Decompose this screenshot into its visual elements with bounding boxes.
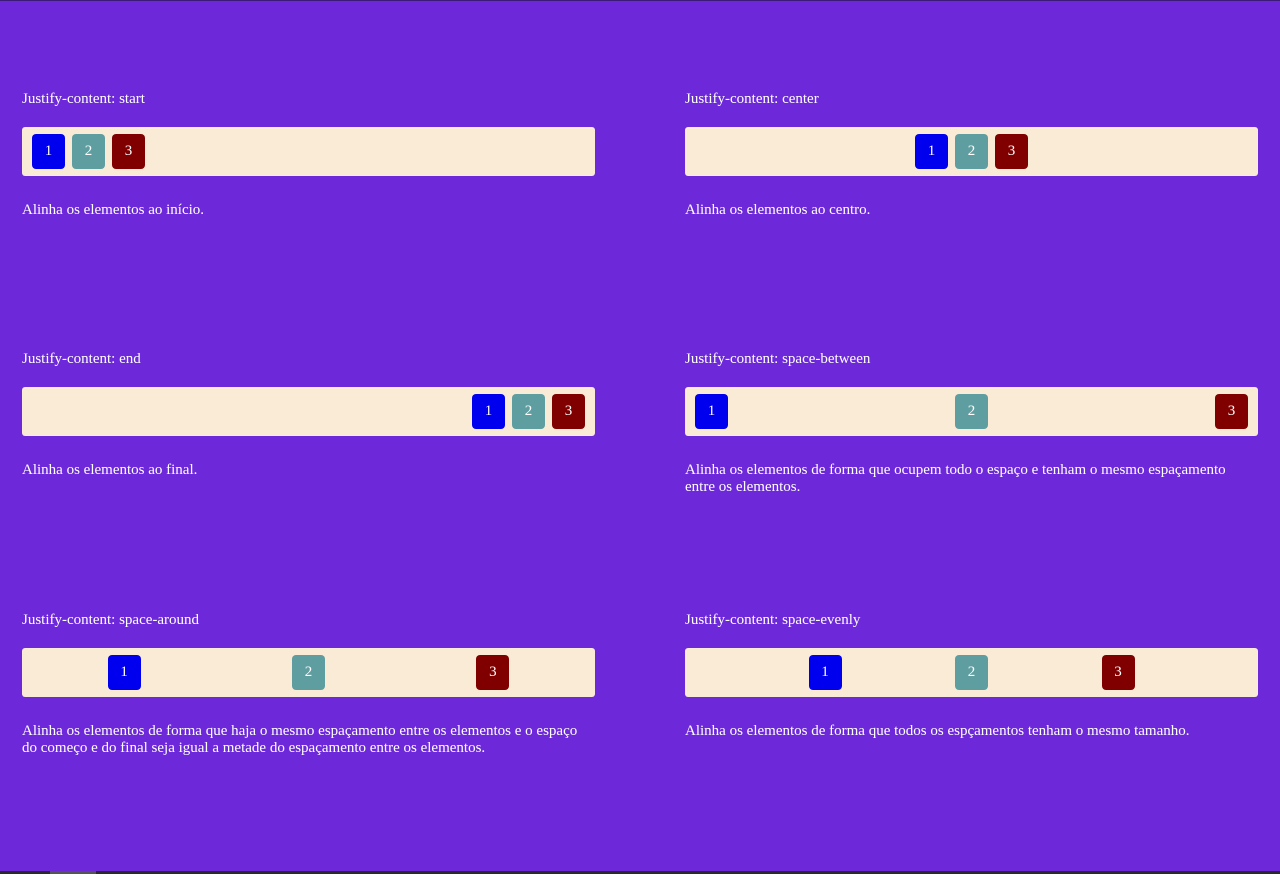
section-description: Alinha os elementos ao centro. — [685, 202, 871, 218]
flex-container-start: 1 2 3 — [22, 127, 595, 176]
flex-item-1: 1 — [472, 394, 505, 429]
flex-item-3: 3 — [112, 134, 145, 169]
flex-item-3: 3 — [476, 655, 510, 690]
flex-item-3: 3 — [1215, 394, 1248, 429]
flex-container-space-around: 1 2 3 — [22, 648, 595, 697]
flex-item-2: 2 — [512, 394, 545, 429]
flex-item-3: 3 — [1101, 655, 1135, 690]
section-justify-space-around: Justify-content: space-around 1 2 3 Alin… — [22, 612, 595, 757]
flex-item-3: 3 — [552, 394, 585, 429]
flex-item-2: 2 — [955, 655, 988, 690]
section-title: Justify-content: start — [22, 91, 145, 107]
flex-item-2: 2 — [72, 134, 105, 169]
section-description: Alinha os elementos de forma que ocupem … — [685, 462, 1226, 495]
section-description: Alinha os elementos de forma que todos o… — [685, 723, 1190, 739]
section-description: Alinha os elementos ao final. — [22, 462, 198, 478]
flex-item-1: 1 — [107, 655, 141, 690]
flex-item-2: 2 — [955, 394, 988, 429]
section-description: Alinha os elementos de forma que haja o … — [22, 723, 578, 756]
flex-container-end: 1 2 3 — [22, 387, 595, 436]
section-title: Justify-content: space-around — [22, 612, 200, 628]
flex-item-3: 3 — [995, 134, 1028, 169]
section-title: Justify-content: space-between — [685, 351, 871, 367]
flex-item-1: 1 — [915, 134, 948, 169]
section-justify-start: Justify-content: start 1 2 3 Alinha os e… — [22, 91, 595, 219]
top-border — [0, 0, 1280, 1]
section-title: Justify-content: center — [685, 91, 819, 107]
flex-container-center: 1 2 3 — [685, 127, 1258, 176]
section-title: Justify-content: space-evenly — [685, 612, 861, 628]
section-description: Alinha os elementos ao início. — [22, 202, 205, 218]
section-justify-center: Justify-content: center 1 2 3 Alinha os … — [685, 91, 1258, 219]
section-justify-end: Justify-content: end 1 2 3 Alinha os ele… — [22, 351, 595, 479]
flex-item-2: 2 — [955, 134, 988, 169]
flex-item-1: 1 — [32, 134, 65, 169]
section-justify-space-between: Justify-content: space-between 1 2 3 Ali… — [685, 351, 1258, 496]
flex-item-1: 1 — [808, 655, 842, 690]
flex-container-space-between: 1 2 3 — [685, 387, 1258, 436]
section-title: Justify-content: end — [22, 351, 141, 367]
section-justify-space-evenly: Justify-content: space-evenly 1 2 3 Alin… — [685, 612, 1258, 740]
flex-container-space-evenly: 1 2 3 — [685, 648, 1258, 697]
flex-item-1: 1 — [695, 394, 728, 429]
flex-item-2: 2 — [291, 655, 325, 690]
